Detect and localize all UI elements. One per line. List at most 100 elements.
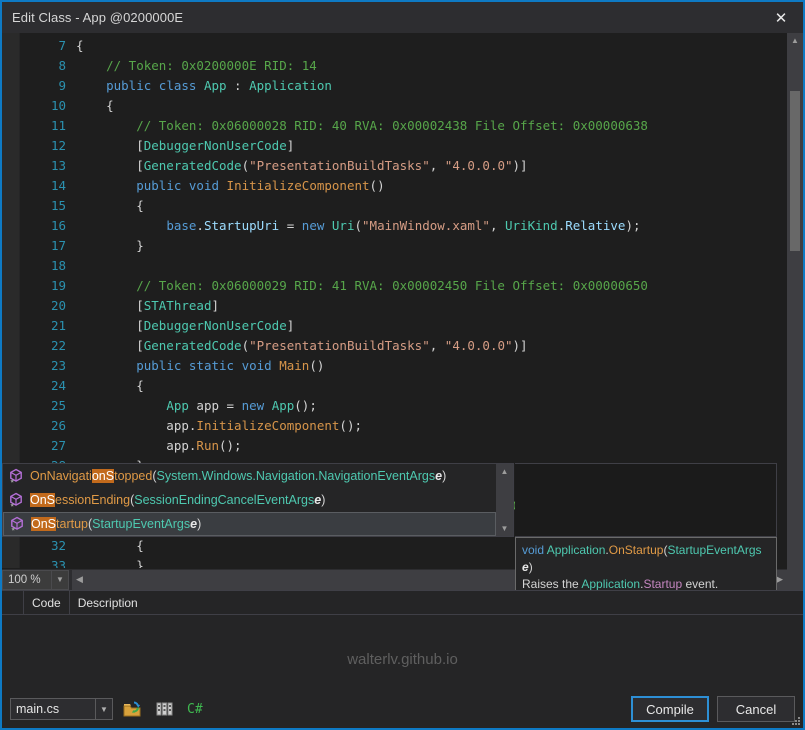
- code-token: [: [76, 318, 144, 333]
- code-token: Application: [249, 78, 332, 93]
- tooltip-description: Raises the Application.Startup event.: [522, 576, 770, 590]
- error-list-body[interactable]: walterlv.github.io: [2, 615, 803, 690]
- completion-text-segment: e: [190, 517, 197, 531]
- code-line: 21 [DebuggerNonUserCode]: [20, 316, 787, 336]
- cancel-button[interactable]: Cancel: [717, 696, 795, 722]
- code-line: 18: [20, 256, 787, 276]
- scroll-left-icon[interactable]: ◀: [72, 574, 87, 585]
- open-folder-refresh-icon[interactable]: [119, 697, 145, 721]
- vertical-scrollbar[interactable]: ▲: [787, 33, 803, 590]
- code-token: public static void: [136, 358, 271, 373]
- code-token: :: [227, 78, 250, 93]
- window-title: Edit Class - App @0200000E: [12, 10, 183, 25]
- code-token: Main: [279, 358, 309, 373]
- code-token: [196, 78, 204, 93]
- code-token: [76, 398, 166, 413]
- code-token: ,: [430, 158, 445, 173]
- code-line: 25 App app = new App();: [20, 396, 787, 416]
- code-token: Run: [196, 438, 219, 453]
- code-token: App: [166, 398, 189, 413]
- tooltip-segment: void: [522, 543, 544, 557]
- code-token: (): [370, 178, 385, 193]
- tooltip-signature: void Application.OnStartup(StartupEventA…: [522, 542, 770, 576]
- line-number: 33: [20, 556, 66, 568]
- completion-item[interactable]: OnStartup(StartupEventArgs e): [3, 512, 496, 536]
- chevron-down-icon[interactable]: ▼: [496, 521, 513, 536]
- line-number: 26: [20, 416, 66, 436]
- intellisense-popup[interactable]: OnNavigationStopped(System.Windows.Navig…: [2, 463, 514, 537]
- column-header-code[interactable]: Code: [24, 591, 70, 614]
- edit-class-window: Edit Class - App @0200000E ✕ 7{8 // Toke…: [0, 0, 805, 730]
- completion-item[interactable]: OnNavigationStopped(System.Windows.Navig…: [3, 464, 496, 488]
- code-line: 9 public class App : Application: [20, 76, 787, 96]
- line-number: 24: [20, 376, 66, 396]
- code-token: [: [76, 298, 144, 313]
- line-number: 22: [20, 336, 66, 356]
- code-token: base: [166, 218, 196, 233]
- compile-button[interactable]: Compile: [631, 696, 709, 722]
- zoom-dropdown-icon[interactable]: ▼: [52, 570, 69, 590]
- line-number: 13: [20, 156, 66, 176]
- completion-text-segment: ): [197, 517, 201, 531]
- file-dropdown-icon[interactable]: ▼: [96, 698, 113, 720]
- error-list-panel: Code Description walterlv.github.io: [2, 590, 803, 690]
- completion-text-segment: ): [442, 469, 446, 483]
- completion-item[interactable]: OnSessionEnding(SessionEndingCancelEvent…: [3, 488, 496, 512]
- code-line: 14 public void InitializeComponent(): [20, 176, 787, 196]
- code-line: 15 {: [20, 196, 787, 216]
- chevron-up-icon[interactable]: ▲: [496, 464, 513, 479]
- scroll-up-icon[interactable]: ▲: [787, 33, 803, 48]
- code-token: // Token: 0x06000029 RID: 41 RVA: 0x0000…: [76, 278, 648, 293]
- tooltip-segment: ): [529, 560, 533, 574]
- line-number: 12: [20, 136, 66, 156]
- code-token: ();: [219, 438, 242, 453]
- completion-text-segment: OnS: [31, 517, 56, 531]
- code-token: );: [625, 218, 640, 233]
- tooltip-segment: StartupEventArgs: [667, 543, 761, 557]
- code-token: ();: [339, 418, 362, 433]
- code-token: DebuggerNonUserCode: [144, 138, 287, 153]
- code-line: 7{: [20, 36, 787, 56]
- line-number: 10: [20, 96, 66, 116]
- assembly-modules-icon[interactable]: [151, 697, 177, 721]
- code-token: UriKind: [505, 218, 558, 233]
- code-line: 8 // Token: 0x0200000E RID: 14: [20, 56, 787, 76]
- code-token: "PresentationBuildTasks": [249, 338, 430, 353]
- code-token: {: [76, 198, 144, 213]
- code-token: public void: [136, 178, 219, 193]
- completion-text-segment: OnNavigati: [30, 469, 92, 483]
- completion-list[interactable]: OnNavigationStopped(System.Windows.Navig…: [3, 464, 496, 536]
- code-line: 26 app.InitializeComponent();: [20, 416, 787, 436]
- code-line: 11 // Token: 0x06000028 RID: 40 RVA: 0x0…: [20, 116, 787, 136]
- tooltip-segment: e: [522, 560, 529, 574]
- file-name-value[interactable]: main.cs: [10, 698, 96, 720]
- line-number: 21: [20, 316, 66, 336]
- completion-text-segment: topped: [114, 469, 152, 483]
- code-token: app.: [76, 418, 196, 433]
- code-line: 23 public static void Main(): [20, 356, 787, 376]
- code-line: 22 [GeneratedCode("PresentationBuildTask…: [20, 336, 787, 356]
- code-token: [76, 358, 136, 373]
- code-line: 24 {: [20, 376, 787, 396]
- error-list-gutter: [2, 591, 24, 614]
- code-token: =: [279, 218, 302, 233]
- code-token: {: [76, 38, 84, 53]
- code-token: public class: [106, 78, 196, 93]
- completion-scrollbar[interactable]: ▲ ▼: [496, 464, 513, 536]
- vertical-scroll-thumb[interactable]: [790, 91, 800, 251]
- close-icon[interactable]: ✕: [759, 2, 803, 33]
- column-header-description[interactable]: Description: [70, 591, 803, 614]
- completion-text-segment: Ending: [91, 493, 130, 507]
- method-override-icon: [8, 516, 26, 532]
- tooltip-segment: Startup: [643, 577, 682, 590]
- code-token: (: [354, 218, 362, 233]
- code-token: {: [76, 378, 144, 393]
- code-token: new: [242, 398, 265, 413]
- code-token: [76, 218, 166, 233]
- zoom-level-value[interactable]: 100 %: [2, 570, 52, 590]
- code-line: 17 }: [20, 236, 787, 256]
- line-number: 17: [20, 236, 66, 256]
- resize-grip[interactable]: [789, 714, 801, 726]
- intellisense-side-panel: [515, 463, 777, 537]
- code-line: 16 base.StartupUri = new Uri("MainWindow…: [20, 216, 787, 236]
